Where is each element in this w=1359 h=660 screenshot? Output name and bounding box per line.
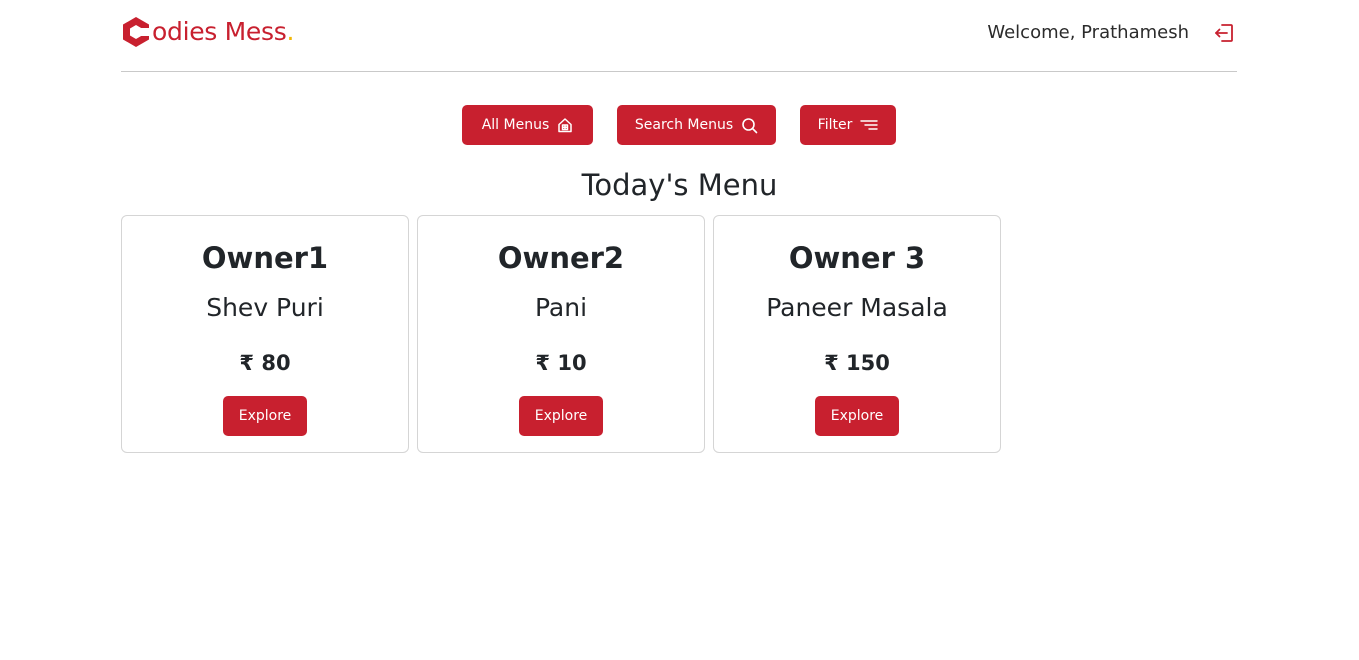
hexagon-logo-icon <box>123 17 151 47</box>
search-menus-label: Search Menus <box>634 117 734 133</box>
explore-button[interactable]: Explore <box>223 396 307 436</box>
menu-card: Owner2 Pani ₹ 10 Explore <box>417 215 705 453</box>
card-price: ₹ 150 <box>824 351 890 375</box>
menu-card: Owner 3 Paneer Masala ₹ 150 Explore <box>713 215 1001 453</box>
home-icon <box>558 118 573 133</box>
all-menus-label: All Menus <box>481 117 550 133</box>
card-price: ₹ 10 <box>535 351 587 375</box>
logout-icon <box>1215 24 1233 42</box>
brand-dot: . <box>286 17 295 46</box>
brand-name: odies Mess <box>152 17 287 46</box>
filter-label: Filter <box>817 117 853 133</box>
all-menus-button[interactable]: All Menus <box>462 105 593 145</box>
top-navbar: odies Mess. Welcome, Prathamesh <box>121 0 1237 72</box>
filter-icon <box>860 120 879 130</box>
card-owner: Owner2 <box>497 241 625 275</box>
page-title: Today's Menu <box>581 168 778 202</box>
card-price: ₹ 80 <box>239 351 291 375</box>
card-dish: Pani <box>534 293 588 322</box>
menu-actions: All Menus Search Menus Filter <box>0 105 1359 145</box>
card-dish: Shev Puri <box>206 293 324 322</box>
card-owner: Owner1 <box>201 241 329 275</box>
explore-button[interactable]: Explore <box>519 396 603 436</box>
logout-button[interactable] <box>1211 20 1237 46</box>
filter-button[interactable]: Filter <box>800 105 896 145</box>
welcome-text: Welcome, Prathamesh <box>987 22 1189 43</box>
card-owner: Owner 3 <box>788 241 926 275</box>
search-icon <box>742 117 758 133</box>
menu-card: Owner1 Shev Puri ₹ 80 Explore <box>121 215 409 453</box>
card-dish: Paneer Masala <box>766 293 948 322</box>
explore-button[interactable]: Explore <box>815 396 899 436</box>
search-menus-button[interactable]: Search Menus <box>617 105 776 145</box>
brand-logo[interactable]: odies Mess. <box>121 14 294 50</box>
